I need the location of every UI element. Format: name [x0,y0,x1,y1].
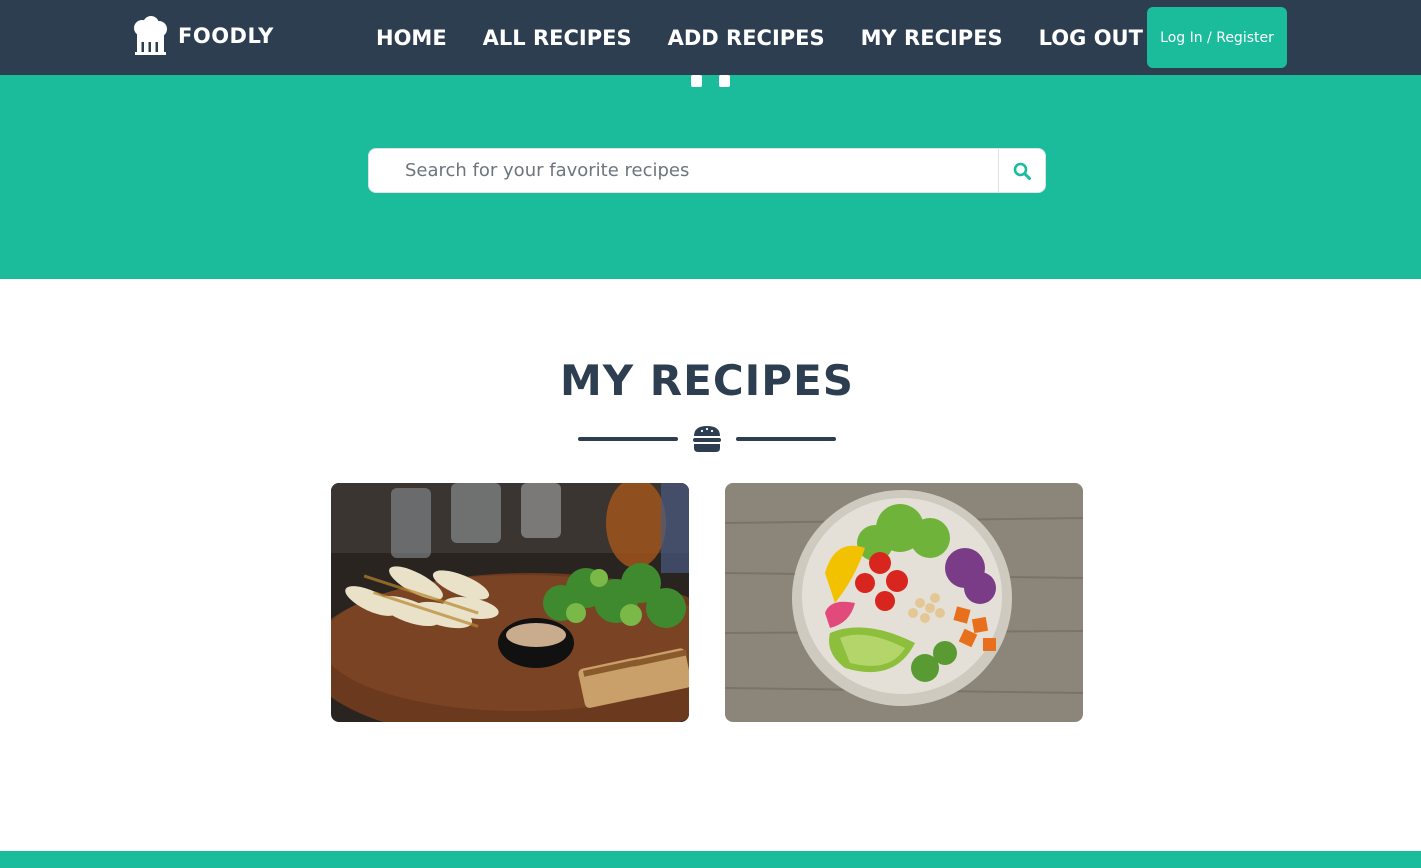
brand-name: FOODLY [178,24,274,48]
nav-log-out[interactable]: LOG OUT [1021,26,1161,50]
login-register-button[interactable]: Log In / Register [1147,7,1287,68]
brand-logo-link[interactable]: FOODLY [132,16,274,56]
navbar: FOODLY HOME ALL RECIPES ADD RECIPES MY R… [0,0,1421,75]
search-input[interactable] [368,148,998,193]
chef-hat-icon [134,16,167,55]
footer [0,851,1421,868]
section-divider [578,424,836,454]
hamburger-icon [693,426,721,452]
nav-add-recipes[interactable]: ADD RECIPES [650,26,843,50]
grilled-fish-platter-image [331,483,689,722]
recipe-card[interactable] [331,483,689,722]
section-title: MY RECIPES [559,356,855,405]
nav-all-recipes[interactable]: ALL RECIPES [465,26,650,50]
search-icon [1013,162,1031,180]
nav-home[interactable]: HOME [358,26,465,50]
divider-line-left [578,437,678,441]
recipe-card[interactable] [725,483,1083,722]
search-bar [368,148,1046,193]
vegetable-salad-bowl-image [725,483,1083,722]
nav-my-recipes[interactable]: MY RECIPES [843,26,1021,50]
divider-line-right [736,437,836,441]
nav-links: HOME ALL RECIPES ADD RECIPES MY RECIPES … [358,0,1161,75]
quote-mark-icon [691,75,730,87]
search-button[interactable] [998,148,1046,193]
